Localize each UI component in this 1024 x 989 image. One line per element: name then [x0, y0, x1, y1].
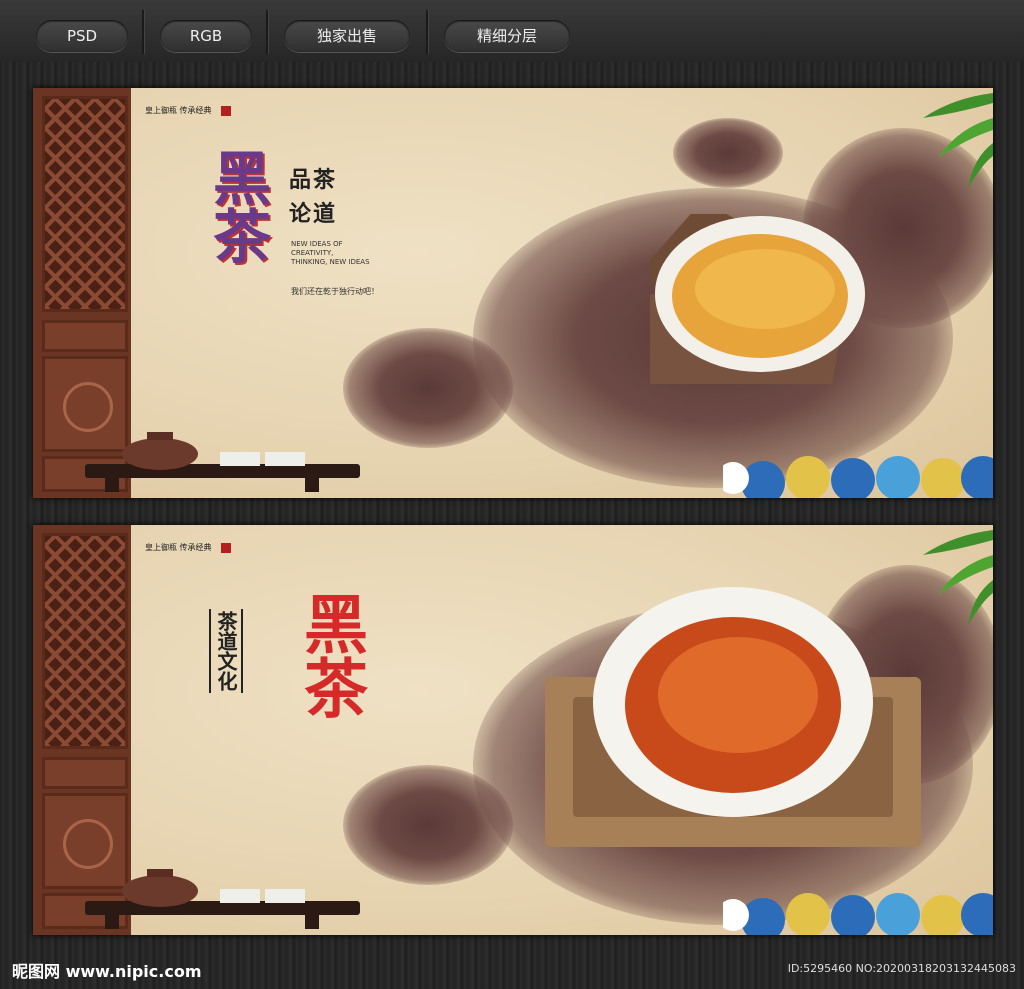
- tag-rgb[interactable]: RGB: [160, 20, 252, 52]
- tea-cup-icon: [545, 587, 921, 847]
- toolbar-divider: [426, 10, 428, 54]
- slogan-en-2: CREATIVITY,: [291, 249, 334, 257]
- top-toolbar: PSD RGB 独家出售 精细分层: [0, 0, 1024, 63]
- auspicious-clouds-icon: [723, 456, 993, 498]
- teapot-set-icon: [85, 432, 360, 492]
- top-left-tag: 皇上御瓶 传承经典: [145, 543, 212, 552]
- toolbar-divider: [266, 10, 268, 54]
- panel1-subtitle-1: 品茶: [289, 167, 338, 193]
- auspicious-clouds-icon: [723, 893, 993, 935]
- slogan-en-1: NEW IDEAS OF: [291, 240, 343, 248]
- lattice-window: [42, 96, 128, 312]
- tag-layered[interactable]: 精细分层: [444, 20, 570, 52]
- lattice-window: [42, 533, 128, 749]
- slogan-cn: 我们还在乾于独行动吧！: [291, 287, 379, 296]
- image-id: ID:5295460 NO:20200318203132445083: [787, 962, 1016, 975]
- red-seal-icon: [221, 543, 231, 553]
- bamboo-leaves-icon: [923, 93, 993, 188]
- tag-psd[interactable]: PSD: [36, 20, 128, 52]
- toolbar-divider: [142, 10, 144, 54]
- slogan-en-3: THINKING, NEW IDEAS: [291, 258, 370, 266]
- top-left-tag: 皇上御瓶 传承经典: [145, 106, 212, 115]
- panel2-title: 黑茶: [293, 591, 368, 719]
- tea-cup-icon: [650, 214, 865, 384]
- tag-exclusive[interactable]: 独家出售: [284, 20, 410, 52]
- door-panel: [42, 757, 128, 789]
- panel2-vertical-label: 茶道文化: [209, 609, 243, 693]
- ink-splash: [343, 328, 513, 448]
- ink-splash: [343, 765, 513, 885]
- bamboo-leaves-icon: [923, 530, 993, 625]
- banner-panel-1: 皇上御瓶 传承经典 黑茶 品茶 论道 NEW IDEAS OF CREATIVI…: [33, 88, 993, 498]
- site-watermark: 昵图网 www.nipic.com: [12, 962, 202, 981]
- door-panel: [42, 320, 128, 352]
- red-seal-icon: [221, 106, 231, 116]
- banner-panel-2: 皇上御瓶 传承经典 茶道文化 黑茶: [33, 525, 993, 935]
- teapot-set-icon: [85, 869, 360, 929]
- ink-splash: [673, 118, 783, 188]
- panel1-subtitle-2: 论道: [289, 201, 338, 227]
- panel1-title: 黑茶: [203, 148, 271, 264]
